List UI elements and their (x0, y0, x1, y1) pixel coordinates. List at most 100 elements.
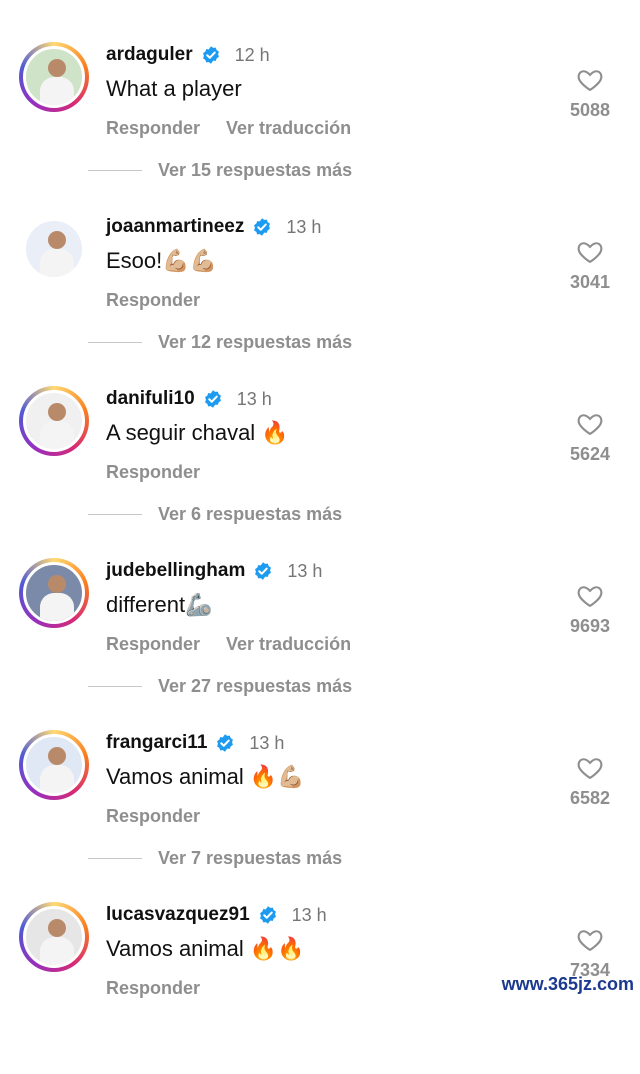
avatar[interactable] (23, 218, 85, 280)
username[interactable]: lucasvazquez91 (106, 904, 250, 926)
avatar-ring[interactable] (19, 558, 89, 628)
comment-time: 13 h (236, 388, 272, 409)
divider-line (88, 686, 142, 687)
view-more-replies-label[interactable]: Ver 12 respuestas más (158, 332, 352, 353)
avatar[interactable] (23, 390, 85, 452)
reply-button[interactable]: Responder (106, 462, 200, 483)
avatar[interactable] (23, 734, 85, 796)
like-area: 6582 (560, 754, 620, 809)
comment-header: joaanmartineez 13 h (106, 214, 321, 240)
like-count: 5088 (569, 100, 611, 120)
divider-line (88, 514, 142, 515)
view-more-replies-label[interactable]: Ver 15 respuestas más (158, 160, 352, 181)
username[interactable]: danifuli10 (106, 388, 195, 410)
username[interactable]: judebellingham (106, 560, 245, 582)
view-more-replies[interactable]: Ver 6 respuestas más (88, 504, 342, 525)
heart-outline-icon[interactable] (576, 754, 604, 782)
like-area: 3041 (560, 238, 620, 293)
translate-button[interactable]: Ver traducción (226, 118, 351, 139)
username[interactable]: frangarci11 (106, 732, 207, 754)
view-more-replies-label[interactable]: Ver 7 respuestas más (158, 848, 342, 869)
comment-actions: Responder (106, 978, 200, 999)
verified-badge-icon (204, 390, 221, 408)
comment-actions: Responder Ver traducción (106, 118, 351, 139)
like-area: 9693 (560, 582, 620, 637)
username[interactable]: ardaguler (106, 44, 193, 66)
avatar-head-shape (48, 575, 66, 593)
avatar-ring[interactable] (19, 42, 89, 112)
view-more-replies-label[interactable]: Ver 6 respuestas más (158, 504, 342, 525)
divider-line (88, 858, 142, 859)
reply-button[interactable]: Responder (106, 290, 200, 311)
comment-actions: Responder (106, 462, 200, 483)
view-more-replies[interactable]: Ver 27 respuestas más (88, 676, 352, 697)
avatar-ring[interactable] (19, 214, 89, 284)
reply-button[interactable]: Responder (106, 806, 200, 827)
heart-outline-icon[interactable] (576, 238, 604, 266)
avatar-body-shape (40, 593, 74, 621)
comment-actions: Responder Ver traducción (106, 634, 351, 655)
avatar-body-shape (40, 77, 74, 105)
divider-line (88, 170, 142, 171)
avatar-body-shape (40, 937, 74, 965)
avatar-body-shape (40, 765, 74, 793)
comment-time: 13 h (286, 216, 322, 237)
avatar-head-shape (48, 919, 66, 937)
heart-outline-icon[interactable] (576, 926, 604, 954)
comment-item: ardaguler 12 h What a player Responder Ve… (0, 42, 640, 214)
divider-line (88, 342, 142, 343)
avatar-body-shape (40, 421, 74, 449)
comment-text: different🦾 (106, 592, 213, 617)
like-area: 5088 (560, 66, 620, 121)
view-more-replies[interactable]: Ver 7 respuestas más (88, 848, 342, 869)
like-area: 5624 (560, 410, 620, 465)
like-count: 5624 (569, 444, 611, 464)
reply-button[interactable]: Responder (106, 118, 200, 139)
like-area: 7334 (560, 926, 620, 981)
view-more-replies[interactable]: Ver 12 respuestas más (88, 332, 352, 353)
view-more-replies[interactable]: Ver 15 respuestas más (88, 160, 352, 181)
comment-header: judebellingham 13 h (106, 558, 322, 584)
like-count: 6582 (569, 788, 611, 808)
comment-time: 12 h (234, 44, 270, 65)
avatar-body-shape (40, 249, 74, 277)
avatar-head-shape (48, 59, 66, 77)
comment-header: danifuli10 13 h (106, 386, 272, 412)
heart-outline-icon[interactable] (576, 582, 604, 610)
comment-time: 13 h (249, 732, 285, 753)
username[interactable]: joaanmartineez (106, 216, 244, 238)
translate-button[interactable]: Ver traducción (226, 634, 351, 655)
comment-text: Vamos animal 🔥🔥 (106, 936, 305, 961)
view-more-replies-label[interactable]: Ver 27 respuestas más (158, 676, 352, 697)
watermark: www.365jz.com (501, 974, 634, 994)
comment-time: 13 h (291, 904, 327, 925)
comment-header: ardaguler 12 h (106, 42, 270, 68)
verified-badge-icon (255, 562, 272, 580)
comment-item: frangarci11 13 h Vamos animal 🔥💪🏼 Respon… (0, 730, 640, 902)
comment-actions: Responder (106, 806, 200, 827)
verified-badge-icon (217, 734, 234, 752)
avatar-ring[interactable] (19, 902, 89, 972)
comment-item: judebellingham 13 h different🦾 Responder… (0, 558, 640, 730)
avatar[interactable] (23, 906, 85, 968)
verified-badge-icon (259, 906, 276, 924)
avatar[interactable] (23, 562, 85, 624)
avatar[interactable] (23, 46, 85, 108)
heart-outline-icon[interactable] (576, 66, 604, 94)
avatar-ring[interactable] (19, 386, 89, 456)
reply-button[interactable]: Responder (106, 634, 200, 655)
comment-text: Vamos animal 🔥💪🏼 (106, 764, 305, 789)
comment-item: danifuli10 13 h A seguir chaval 🔥 Respon… (0, 386, 640, 558)
verified-badge-icon (254, 218, 271, 236)
avatar-ring[interactable] (19, 730, 89, 800)
comment-text: A seguir chaval 🔥 (106, 420, 289, 445)
like-count: 9693 (569, 616, 611, 636)
reply-button[interactable]: Responder (106, 978, 200, 999)
like-count: 3041 (569, 272, 611, 292)
comment-header: lucasvazquez91 13 h (106, 902, 327, 928)
avatar-head-shape (48, 231, 66, 249)
comment-header: frangarci11 13 h (106, 730, 284, 756)
avatar-head-shape (48, 403, 66, 421)
heart-outline-icon[interactable] (576, 410, 604, 438)
comment-text: What a player (106, 76, 242, 101)
